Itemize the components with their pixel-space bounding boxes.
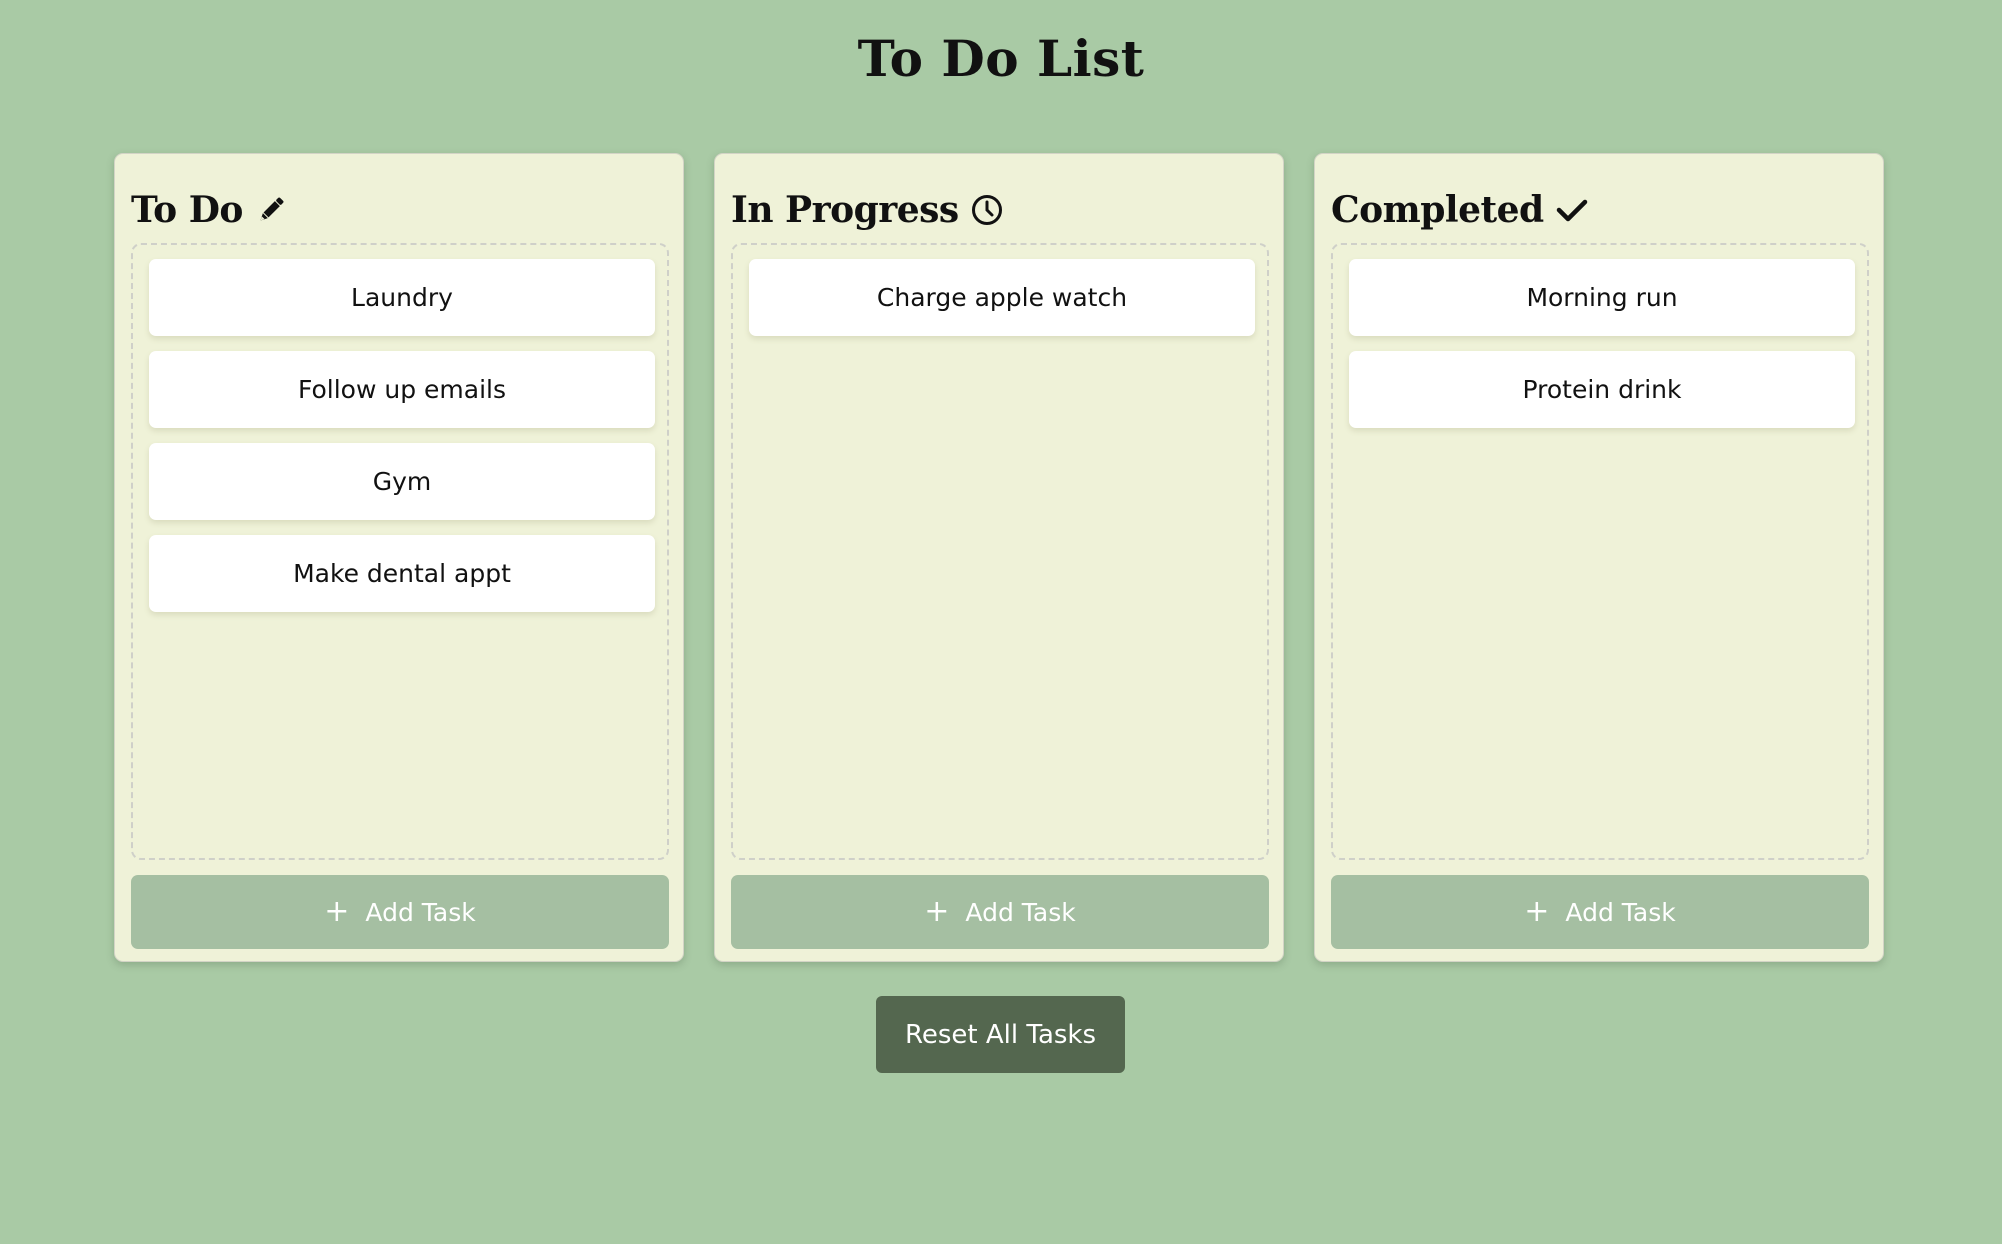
task-card[interactable]: Follow up emails	[149, 351, 655, 428]
reset-all-tasks-button[interactable]: Reset All Tasks	[876, 996, 1125, 1073]
checkmark-icon	[1556, 194, 1588, 226]
column-title: In Progress	[731, 189, 959, 231]
add-task-label: Add Task	[965, 897, 1076, 927]
column-title: Completed	[1331, 189, 1544, 231]
plus-icon: +	[324, 894, 350, 929]
column-completed: Completed Morning run Protein drink + Ad…	[1314, 153, 1884, 962]
plus-icon: +	[924, 894, 950, 929]
clock-icon	[971, 194, 1003, 226]
add-task-button[interactable]: + Add Task	[731, 875, 1269, 949]
column-in-progress: In Progress Charge apple watch + Add Tas…	[714, 153, 1284, 962]
task-card[interactable]: Morning run	[1349, 259, 1855, 336]
add-task-label: Add Task	[365, 897, 476, 927]
add-task-button[interactable]: + Add Task	[1331, 875, 1869, 949]
pencil-icon	[255, 194, 287, 226]
page-title: To Do List	[857, 29, 1145, 88]
column-title: To Do	[131, 189, 243, 231]
task-card[interactable]: Charge apple watch	[749, 259, 1255, 336]
column-to-do: To Do Laundry Follow up emails Gym Make …	[114, 153, 684, 962]
add-task-label: Add Task	[1565, 897, 1676, 927]
task-drop-zone[interactable]: Charge apple watch	[731, 243, 1269, 860]
column-header: In Progress	[731, 184, 1003, 236]
column-header: Completed	[1331, 184, 1588, 236]
add-task-button[interactable]: + Add Task	[131, 875, 669, 949]
task-card[interactable]: Gym	[149, 443, 655, 520]
task-card[interactable]: Protein drink	[1349, 351, 1855, 428]
task-drop-zone[interactable]: Morning run Protein drink	[1331, 243, 1869, 860]
task-drop-zone[interactable]: Laundry Follow up emails Gym Make dental…	[131, 243, 669, 860]
task-card[interactable]: Make dental appt	[149, 535, 655, 612]
task-card[interactable]: Laundry	[149, 259, 655, 336]
plus-icon: +	[1524, 894, 1550, 929]
column-header: To Do	[131, 184, 287, 236]
